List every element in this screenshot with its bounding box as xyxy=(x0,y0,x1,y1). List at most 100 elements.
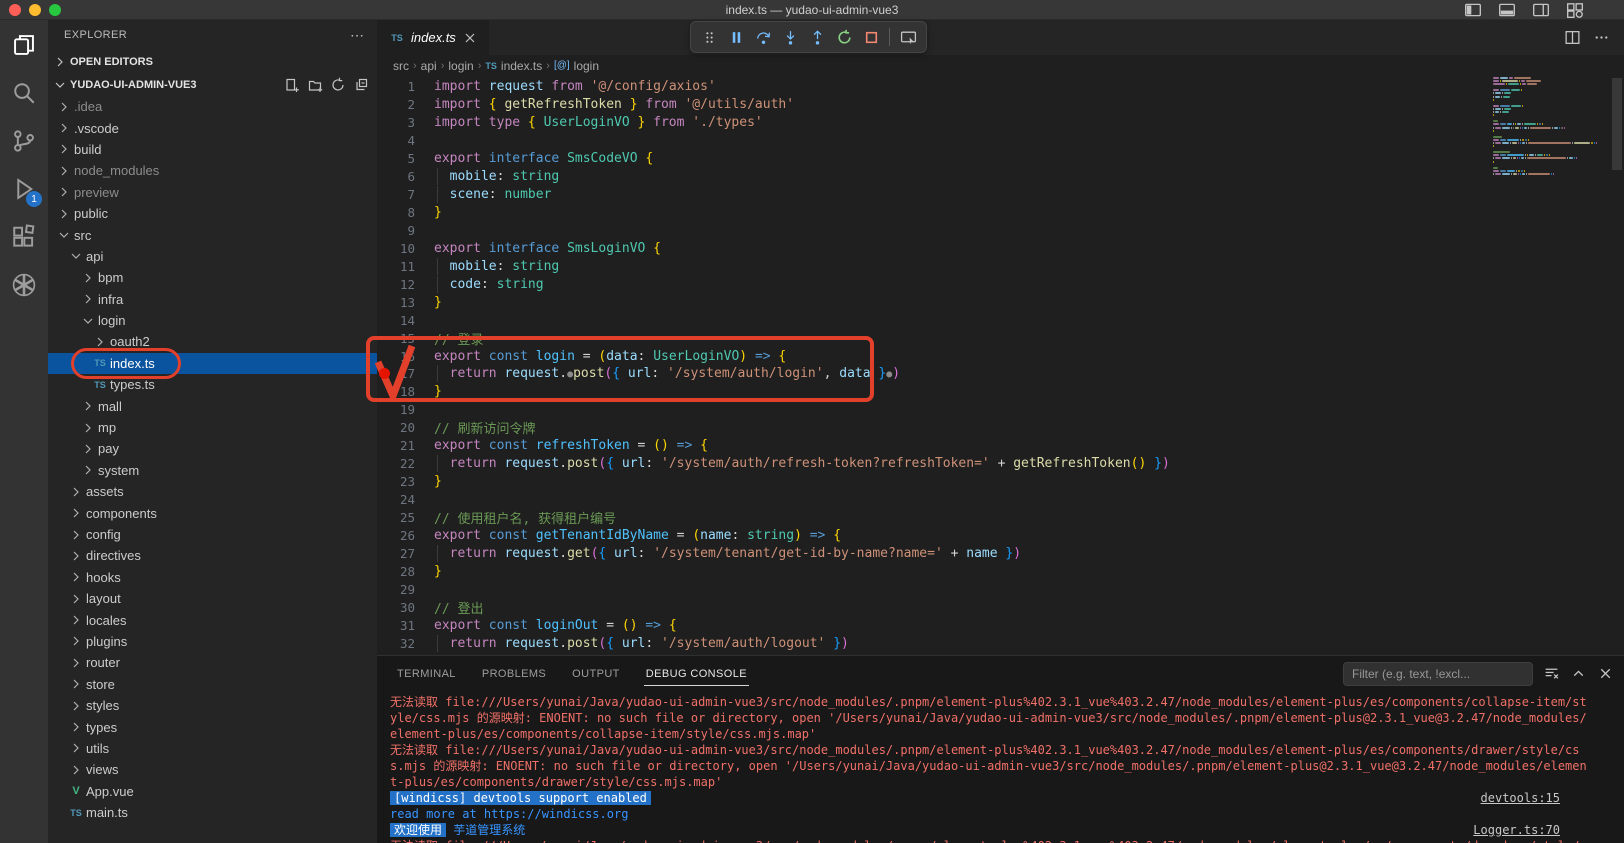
tree-item--idea[interactable]: .idea xyxy=(48,96,377,117)
line-number[interactable]: 5 xyxy=(377,151,415,166)
tree-item-mall[interactable]: mall xyxy=(48,395,377,416)
grip-button[interactable] xyxy=(697,25,721,49)
tree-item-mp[interactable]: mp xyxy=(48,417,377,438)
sidebar-more-actions-button[interactable]: ⋯ xyxy=(350,27,365,44)
code-line[interactable]: 17 return request.●post({ url: '/system/… xyxy=(377,365,1624,383)
close-tab-icon[interactable] xyxy=(462,30,478,46)
minimap[interactable] xyxy=(1493,77,1597,176)
collapse-folders-icon[interactable] xyxy=(353,77,369,93)
code-line[interactable]: 28} xyxy=(377,562,1624,580)
activity-run-debug[interactable]: 1 xyxy=(7,172,41,206)
tree-item-layout[interactable]: layout xyxy=(48,588,377,609)
line-number[interactable]: 9 xyxy=(377,223,415,238)
code-line[interactable]: 11 mobile: string xyxy=(377,257,1624,275)
line-number[interactable]: 8 xyxy=(377,205,415,220)
tree-item-assets[interactable]: assets xyxy=(48,481,377,502)
code-line[interactable]: 2import { getRefreshToken } from '@/util… xyxy=(377,96,1624,114)
tree-item-styles[interactable]: styles xyxy=(48,695,377,716)
zoom-window-button[interactable] xyxy=(49,4,61,16)
maximize-panel-icon[interactable] xyxy=(1570,665,1587,682)
tree-item-types[interactable]: types xyxy=(48,716,377,737)
tree-item-src[interactable]: src xyxy=(48,224,377,245)
toggle-panel-icon[interactable] xyxy=(1498,1,1516,19)
activity-explorer[interactable] xyxy=(7,28,41,62)
code-line[interactable]: 15// 登录 xyxy=(377,329,1624,347)
tree-item-system[interactable]: system xyxy=(48,460,377,481)
code-line[interactable]: 9 xyxy=(377,222,1624,240)
tree-item-index-ts[interactable]: TSindex.ts xyxy=(48,353,377,374)
stop-button[interactable] xyxy=(859,25,883,49)
code-line[interactable]: 19 xyxy=(377,401,1624,419)
close-window-button[interactable] xyxy=(9,4,21,16)
code-line[interactable]: 5export interface SmsCodeVO { xyxy=(377,150,1624,168)
console-filter-input[interactable] xyxy=(1343,662,1533,686)
project-section[interactable]: YUDAO-UI-ADMIN-VUE3 xyxy=(48,73,377,96)
split-editor-icon[interactable] xyxy=(1564,29,1581,46)
step-over-button[interactable] xyxy=(751,25,775,49)
code-line[interactable]: 1import request from '@/config/axios' xyxy=(377,78,1624,96)
code-line[interactable]: 6 mobile: string xyxy=(377,168,1624,186)
tree-item-preview[interactable]: preview xyxy=(48,182,377,203)
line-number[interactable]: 18 xyxy=(377,384,415,399)
code-line[interactable]: 30// 登出 xyxy=(377,598,1624,616)
source-link[interactable]: Logger.ts:70 xyxy=(1473,822,1560,838)
line-number[interactable]: 16 xyxy=(377,349,415,364)
new-file-icon[interactable] xyxy=(284,77,300,93)
line-number[interactable]: 24 xyxy=(377,492,415,507)
code-line[interactable]: 7 scene: number xyxy=(377,186,1624,204)
tree-item-types-ts[interactable]: TStypes.ts xyxy=(48,374,377,395)
tree-item-locales[interactable]: locales xyxy=(48,609,377,630)
activity-extensions[interactable] xyxy=(7,220,41,254)
line-number[interactable]: 28 xyxy=(377,564,415,579)
line-number[interactable]: 27 xyxy=(377,546,415,561)
line-number[interactable]: 13 xyxy=(377,295,415,310)
activity-source-control[interactable] xyxy=(7,124,41,158)
breadcrumb-item-api[interactable]: api xyxy=(421,59,437,73)
line-number[interactable]: 31 xyxy=(377,618,415,633)
code-line[interactable]: 31export const loginOut = () => { xyxy=(377,616,1624,634)
line-number[interactable]: 32 xyxy=(377,636,415,651)
breadcrumb-item-login[interactable]: login xyxy=(448,59,473,73)
tree-item-bpm[interactable]: bpm xyxy=(48,267,377,288)
code-line[interactable]: 10export interface SmsLoginVO { xyxy=(377,239,1624,257)
tree-item-infra[interactable]: infra xyxy=(48,289,377,310)
tree-item-utils[interactable]: utils xyxy=(48,738,377,759)
breadcrumb-item-login[interactable]: [@]login xyxy=(554,59,599,73)
line-number[interactable]: 10 xyxy=(377,241,415,256)
line-number[interactable]: 6 xyxy=(377,169,415,184)
code-line[interactable]: 16export const login = (data: UserLoginV… xyxy=(377,347,1624,365)
tree-item-store[interactable]: store xyxy=(48,674,377,695)
panel-tab-terminal[interactable]: TERMINAL xyxy=(395,662,458,686)
code-line[interactable]: 8} xyxy=(377,204,1624,222)
editor-scrollbar[interactable] xyxy=(1612,78,1622,170)
open-editors-section[interactable]: OPEN EDITORS xyxy=(48,50,377,73)
line-number[interactable]: 12 xyxy=(377,277,415,292)
refresh-explorer-icon[interactable] xyxy=(330,77,346,93)
tree-item-directives[interactable]: directives xyxy=(48,545,377,566)
code-line[interactable]: 20// 刷新访问令牌 xyxy=(377,419,1624,437)
new-folder-icon[interactable] xyxy=(307,77,323,93)
code-line[interactable]: 26export const getTenantIdByName = (name… xyxy=(377,526,1624,544)
tree-item-oauth2[interactable]: oauth2 xyxy=(48,331,377,352)
code-line[interactable]: 21export const refreshToken = () => { xyxy=(377,437,1624,455)
code-line[interactable]: 12 code: string xyxy=(377,275,1624,293)
breadcrumb-item-index-ts[interactable]: TSindex.ts xyxy=(485,59,542,73)
code-line[interactable]: 13} xyxy=(377,293,1624,311)
line-number[interactable]: 2 xyxy=(377,97,415,112)
code-line[interactable]: 3import type { UserLoginVO } from './typ… xyxy=(377,114,1624,132)
line-number[interactable]: 26 xyxy=(377,528,415,543)
panel-tab-output[interactable]: OUTPUT xyxy=(570,662,622,686)
clear-console-icon[interactable] xyxy=(1543,665,1560,682)
code-line[interactable]: 22 return request.post({ url: '/system/a… xyxy=(377,455,1624,473)
activity-chatgpt[interactable] xyxy=(7,268,41,302)
minimize-window-button[interactable] xyxy=(29,4,41,16)
code-line[interactable]: 4 xyxy=(377,132,1624,150)
tree-item-login[interactable]: login xyxy=(48,310,377,331)
line-number[interactable]: 11 xyxy=(377,259,415,274)
tree-item-router[interactable]: router xyxy=(48,652,377,673)
tree-item-main-ts[interactable]: TSmain.ts xyxy=(48,802,377,823)
toggle-secondary-sidebar-icon[interactable] xyxy=(1532,1,1550,19)
tree-item-public[interactable]: public xyxy=(48,203,377,224)
code-line[interactable]: 24 xyxy=(377,491,1624,509)
tree-item-components[interactable]: components xyxy=(48,502,377,523)
